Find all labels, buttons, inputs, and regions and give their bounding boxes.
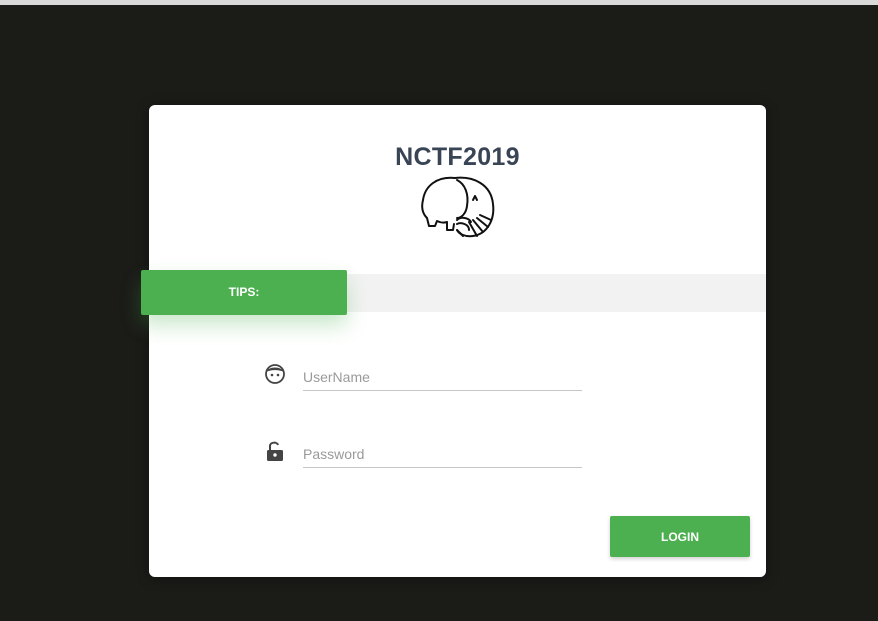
unlocked-padlock-icon: [267, 441, 283, 461]
username-field[interactable]: [303, 364, 582, 391]
user-face-icon: [265, 364, 285, 384]
php-elephant-icon: [421, 176, 495, 238]
tips-box: TIPS:: [141, 270, 347, 315]
page-title: NCTF2019: [395, 143, 520, 171]
login-card: NCTF2019 LOGIN: [149, 105, 766, 577]
password-field[interactable]: [303, 441, 582, 468]
login-button[interactable]: LOGIN: [610, 516, 750, 557]
browser-top-strip: [0, 0, 878, 5]
